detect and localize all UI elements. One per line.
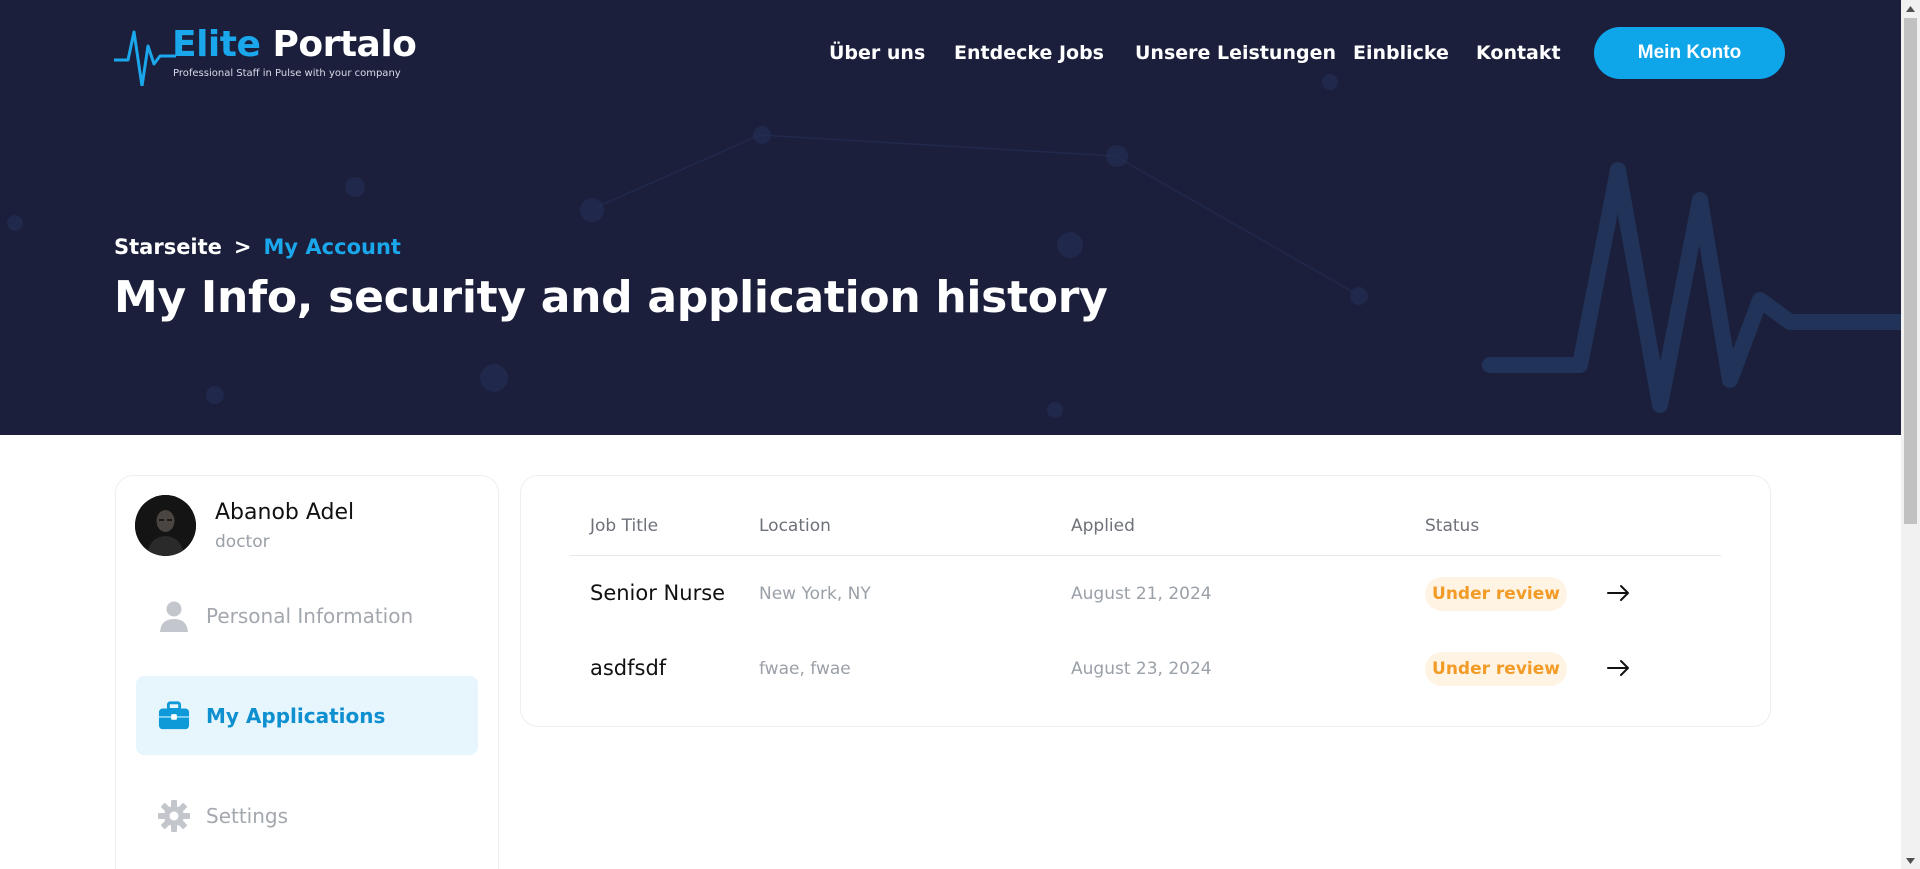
mein-konto-button[interactable]: Mein Konto [1594, 27, 1785, 79]
breadcrumb-separator: > [233, 235, 252, 259]
nav-ueber-uns[interactable]: Über uns [829, 42, 925, 64]
column-header-job-title: Job Title [590, 516, 659, 536]
breadcrumb-current: My Account [263, 235, 401, 259]
brand-name-portalo: Portalo [272, 24, 417, 65]
sidebar-item-personal-information[interactable]: Personal Information [136, 576, 478, 655]
row-arrow-right-icon[interactable] [1606, 658, 1632, 678]
avatar [135, 495, 196, 556]
page-title: My Info, security and application histor… [114, 272, 1108, 323]
column-header-location: Location [759, 516, 831, 536]
column-header-applied: Applied [1071, 516, 1135, 536]
sidebar-item-label: Settings [206, 803, 289, 828]
breadcrumb: Starseite > My Account [114, 235, 401, 259]
nav-entdecke-jobs[interactable]: Entdecke Jobs [954, 42, 1104, 64]
breadcrumb-home[interactable]: Starseite [114, 235, 222, 259]
gear-icon [158, 799, 190, 832]
column-header-status: Status [1425, 516, 1480, 536]
briefcase-icon [158, 700, 190, 732]
sidebar-item-my-applications[interactable]: My Applications [136, 676, 478, 755]
brand-name: Elite Portalo [172, 24, 417, 65]
row-job-title: asdfsdf [590, 656, 667, 680]
nav-einblicke[interactable]: Einblicke [1353, 42, 1449, 64]
hero-header: Elite Portalo Professional Staff in Puls… [0, 0, 1901, 435]
status-badge: Under review [1425, 652, 1567, 686]
brand-name-elite: Elite [172, 24, 261, 65]
row-job-title: Senior Nurse [590, 581, 726, 605]
avatar-portrait-icon [135, 495, 196, 556]
scrollbar-thumb[interactable] [1904, 18, 1917, 524]
nav-unsere-leistungen[interactable]: Unsere Leistungen [1135, 42, 1336, 64]
row-location: New York, NY [759, 584, 871, 604]
pulse-logo-icon [114, 30, 176, 86]
nav-kontakt[interactable]: Kontakt [1476, 42, 1561, 64]
scroll-up-icon[interactable] [1901, 0, 1920, 17]
brand-tagline: Professional Staff in Pulse with your co… [173, 68, 401, 79]
user-icon [158, 600, 190, 632]
scroll-down-icon[interactable] [1901, 852, 1920, 869]
row-location: fwae, fwae [759, 659, 851, 679]
status-badge: Under review [1425, 577, 1567, 611]
sidebar-item-label: My Applications [206, 703, 386, 728]
row-applied-date: August 23, 2024 [1071, 659, 1212, 679]
sidebar-item-settings[interactable]: Settings [136, 776, 478, 855]
row-arrow-right-icon[interactable] [1606, 583, 1632, 603]
sidebar-item-label: Personal Information [206, 603, 414, 628]
brand-logo[interactable]: Elite Portalo Professional Staff in Puls… [114, 24, 417, 86]
row-applied-date: August 21, 2024 [1071, 584, 1212, 604]
table-header-divider [570, 555, 1721, 556]
profile-name: Abanob Adel [215, 500, 355, 525]
profile-role: doctor [215, 532, 270, 552]
